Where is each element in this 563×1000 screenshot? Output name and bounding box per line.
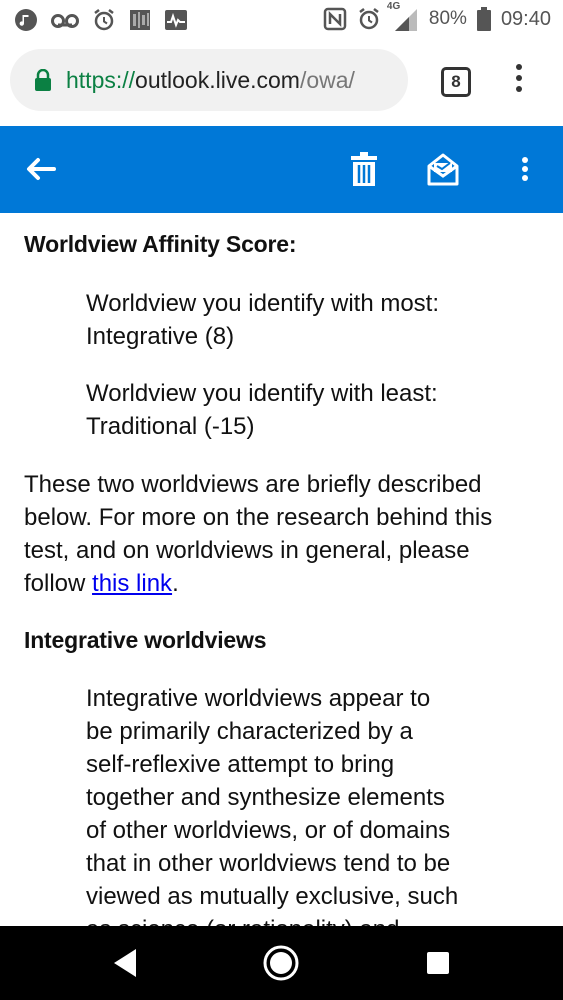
least-identified-block: Worldview you identify with least: Tradi…: [86, 377, 438, 443]
section-line: of other worldviews, or of domains: [86, 817, 451, 844]
signal-4g-icon: 4G: [387, 1, 419, 31]
activity-chart-icon: [164, 8, 188, 32]
more-vertical-icon: [522, 154, 528, 184]
nfc-icon: [323, 7, 347, 31]
para-line-4: follow this link.: [24, 567, 492, 600]
nav-back-button[interactable]: [105, 943, 145, 983]
url-host: outlook.live.com: [135, 66, 300, 93]
url-text: https://outlook.live.com/owa/: [66, 67, 355, 94]
voicemail-icon: [50, 8, 80, 32]
para-end: .: [172, 570, 179, 597]
more-options-button[interactable]: [502, 146, 548, 192]
mark-read-button[interactable]: [420, 146, 466, 192]
most-identified-block: Worldview you identify with most: Integr…: [86, 287, 439, 353]
message-header-bar: [0, 126, 563, 213]
url-scheme: https://: [66, 66, 136, 93]
para-line-1: These two worldviews are briefly describ…: [24, 471, 482, 498]
alarm-clock-icon: [92, 8, 116, 32]
url-bar[interactable]: https://outlook.live.com/owa/: [10, 49, 408, 111]
section-line: as science (or rationality) and: [86, 913, 458, 926]
recents-square-icon: [427, 952, 449, 974]
section-line: self-reflexive attempt to bring: [86, 751, 395, 778]
network-label: 4G: [386, 1, 401, 12]
email-body: Worldview Affinity Score: Worldview you …: [0, 213, 563, 926]
least-label: Worldview you identify with least:: [86, 380, 438, 407]
integrative-description: Integrative worldviews appear to be prim…: [86, 682, 458, 926]
lock-icon: [34, 68, 52, 91]
browser-menu-icon[interactable]: [510, 64, 528, 98]
para-follow-text: follow: [24, 570, 93, 597]
screen: 4G 80% 09:40 https://outlook.live.com/ow…: [0, 0, 563, 1000]
tab-switcher-button[interactable]: 8: [441, 67, 471, 97]
android-nav-bar: [0, 926, 563, 1000]
notification-app-icon: [128, 8, 152, 32]
para-line-3: test, and on worldviews in general, plea…: [24, 537, 470, 564]
clock-time: 09:40: [500, 7, 551, 30]
nav-recents-button[interactable]: [418, 943, 458, 983]
music-note-icon: [14, 8, 38, 32]
battery-percent: 80%: [428, 8, 467, 29]
most-label: Worldview you identify with most:: [86, 290, 440, 317]
section-line: be primarily characterized by a: [86, 718, 413, 745]
back-arrow-icon: [27, 158, 56, 180]
least-value: Traditional (-15): [86, 413, 255, 440]
home-circle-icon: [263, 945, 299, 981]
url-path: /owa/: [299, 66, 355, 93]
battery-icon: [476, 7, 491, 31]
browser-toolbar: https://outlook.live.com/owa/ 8: [0, 38, 563, 126]
status-left-icons: [14, 8, 188, 32]
delete-button[interactable]: [341, 146, 387, 192]
trash-icon: [351, 152, 377, 186]
back-button[interactable]: [18, 146, 64, 192]
section-line: that in other worldviews tend to be: [86, 850, 451, 877]
section-line: Integrative worldviews appear to: [86, 685, 431, 712]
most-value: Integrative (8): [86, 323, 235, 350]
para-line-2: below. For more on the research behind t…: [24, 504, 493, 531]
status-bar: 4G 80% 09:40: [0, 0, 563, 38]
status-right-icons: 4G 80% 09:40: [323, 1, 551, 31]
score-heading: Worldview Affinity Score:: [24, 231, 297, 257]
research-link[interactable]: this link: [92, 570, 172, 597]
mark-read-envelope-icon: [427, 153, 459, 186]
back-triangle-icon: [114, 949, 136, 977]
nav-home-button[interactable]: [261, 943, 301, 983]
section-line: viewed as mutually exclusive, such: [86, 883, 459, 910]
alarm-icon: [357, 7, 381, 31]
section-heading: Integrative worldviews: [24, 627, 267, 653]
section-line: together and synthesize elements: [86, 784, 445, 811]
description-paragraph: These two worldviews are briefly describ…: [24, 468, 492, 600]
